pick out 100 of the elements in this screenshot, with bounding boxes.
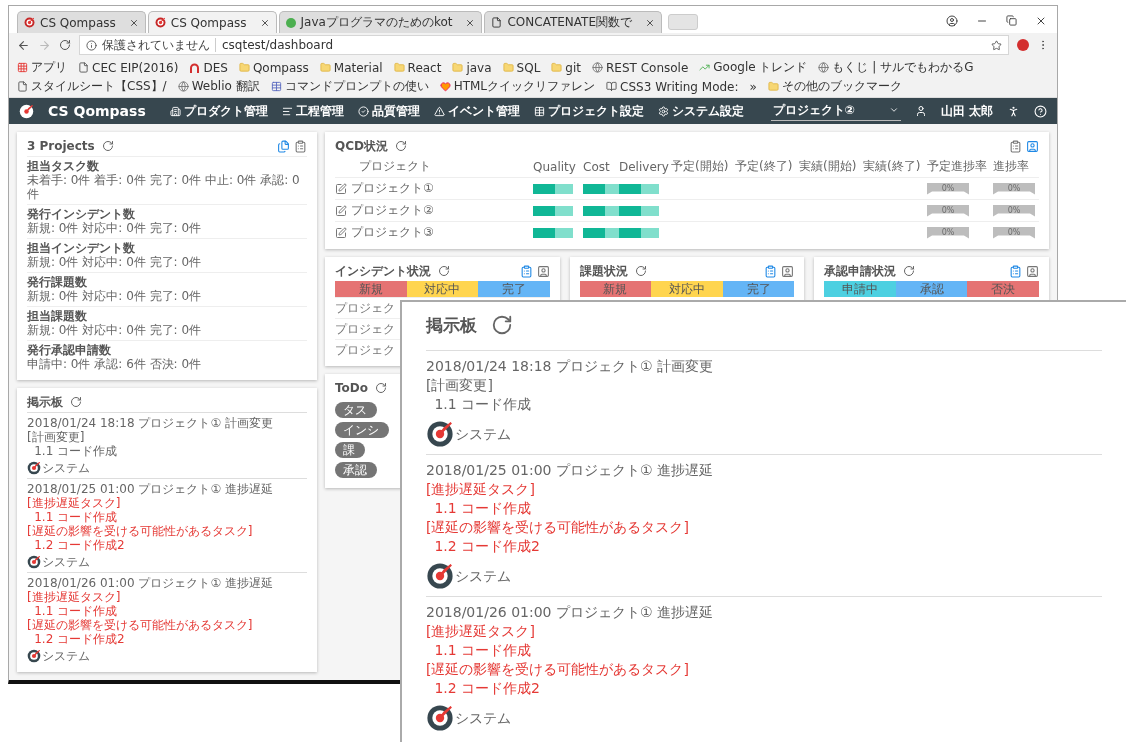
clipboard-icon[interactable] [294, 139, 307, 153]
clipboard-icon[interactable] [1009, 139, 1022, 153]
bookmark-link[interactable]: REST Console [592, 60, 689, 75]
close-icon[interactable] [645, 17, 655, 28]
status-segment: 新規 [579, 281, 652, 297]
todo-pill[interactable]: 課 [335, 442, 365, 458]
project-select[interactable]: プロジェクト② [770, 101, 901, 121]
info-icon[interactable] [86, 39, 97, 51]
refresh-icon[interactable] [634, 265, 647, 277]
folder-icon [393, 62, 405, 73]
bookmark-link[interactable]: アプリ [17, 59, 67, 76]
folder-icon [452, 62, 464, 73]
gauge-icon [426, 704, 454, 732]
refresh-icon[interactable] [438, 265, 450, 277]
star-icon[interactable] [991, 39, 1002, 51]
folder-icon [238, 62, 250, 73]
status-segment: 完了 [478, 281, 550, 297]
bookmark-link[interactable]: もくじ | サルでもわかるG [818, 59, 974, 76]
user-name: 山田 太郎 [940, 102, 993, 120]
bookmark-link[interactable]: CEC EIP(2016) [78, 60, 179, 75]
refresh-icon[interactable] [491, 314, 513, 336]
close-icon[interactable] [128, 17, 139, 28]
status-segment: 対応中 [651, 281, 723, 297]
warning-icon [433, 105, 445, 117]
profile-icon[interactable] [946, 15, 958, 27]
folder-icon [319, 62, 331, 73]
project-link[interactable]: プロジェクト③ [335, 221, 533, 243]
bookmark-link[interactable]: Qompass [238, 60, 309, 75]
bookmark-link[interactable]: Material [319, 60, 383, 75]
nav-menu-item[interactable]: 工程管理 [281, 102, 344, 120]
browser-tab[interactable]: Javaプログラマのためのkot [278, 11, 483, 33]
bookmark-link[interactable]: React [393, 60, 442, 75]
contact-icon[interactable] [536, 264, 550, 278]
project-link[interactable]: プロジェクト② [335, 199, 533, 221]
page-icon [491, 17, 503, 28]
contact-icon[interactable] [1026, 264, 1039, 278]
entry-heading: 2018/01/25 01:00 プロジェクト① 進捗遅延 [27, 482, 274, 496]
card-title: 掲示板 [27, 393, 63, 411]
todo-pill[interactable]: インシ [335, 422, 389, 438]
back-icon[interactable] [17, 38, 30, 52]
clipboard-icon[interactable] [1009, 264, 1022, 278]
entry-text: [進捗遅延タスク] [426, 480, 536, 499]
extension-icon[interactable] [1017, 39, 1029, 51]
edit-icon[interactable] [335, 204, 347, 217]
bookmark-link[interactable]: git [551, 60, 581, 75]
bookmark-link[interactable]: Weblio 翻訳 [177, 78, 260, 95]
bookmark-link[interactable]: その他のブックマーク [767, 78, 902, 95]
author-name: システム [455, 708, 511, 728]
bookmark-link[interactable]: SQL [502, 60, 541, 75]
contact-icon[interactable] [781, 264, 795, 278]
refresh-icon[interactable] [70, 396, 82, 408]
more-bookmarks-button[interactable]: » [749, 79, 757, 94]
clipboard-icon[interactable] [519, 264, 533, 278]
close-icon[interactable] [259, 17, 270, 28]
refresh-icon[interactable] [375, 382, 388, 394]
nav-menu-item[interactable]: システム設定 [657, 102, 744, 120]
refresh-icon[interactable] [394, 140, 407, 152]
address-field[interactable]: 保護されていません csqtest/dashboard [79, 35, 1009, 55]
todo-pill[interactable]: タス [335, 402, 377, 418]
person-icon[interactable] [1007, 104, 1020, 118]
refresh-icon[interactable] [903, 265, 916, 277]
nav-menu-item[interactable]: プロダクト管理 [169, 102, 268, 120]
help-icon[interactable] [1034, 104, 1047, 118]
author-name: システム [42, 555, 90, 569]
brand-name: CS Qompass [48, 103, 146, 119]
user-icon[interactable] [914, 105, 927, 117]
entry-heading: 2018/01/24 18:18 プロジェクト① 計画変更 [27, 416, 274, 430]
entry-text: [計画変更] [426, 376, 494, 395]
entry-text: [遅延の影響を受ける可能性があるタスク] [27, 618, 254, 632]
bookmark-link[interactable]: CSS3 Writing Mode: [606, 79, 739, 94]
nav-menu-item[interactable]: イベント管理 [433, 102, 520, 120]
browser-tab[interactable]: CONCATENATE関数で [484, 11, 662, 33]
clipboard-icon[interactable] [764, 264, 778, 278]
bookmark-link[interactable]: スタイルシート【CSS】/ [17, 78, 167, 95]
documents-icon[interactable] [277, 139, 290, 153]
gauge-icon [27, 555, 41, 569]
trend-icon [699, 62, 711, 73]
project-link[interactable]: プロジェクト① [335, 177, 533, 199]
refresh-icon[interactable] [101, 140, 114, 152]
browser-tab[interactable]: CS Qompass [17, 11, 146, 33]
bookmark-link[interactable]: DES [189, 60, 228, 75]
globe-icon [177, 81, 189, 92]
entry-text: [進捗遅延タスク] [27, 590, 122, 604]
edit-icon[interactable] [335, 226, 347, 239]
contact-icon[interactable] [1026, 139, 1039, 153]
bookmark-link[interactable]: コマンドプロンプトの使い [270, 78, 429, 95]
nav-menu-item[interactable]: プロジェクト設定 [533, 102, 644, 120]
edit-icon[interactable] [335, 182, 347, 195]
restore-icon[interactable] [1006, 15, 1017, 26]
todo-pill[interactable]: 承認 [335, 462, 377, 478]
bookmark-link[interactable]: Google トレンド [699, 59, 808, 76]
nav-menu-item[interactable]: 品質管理 [357, 102, 420, 120]
bookmark-link[interactable]: java [452, 60, 492, 75]
entry-text: [計画変更] [27, 430, 86, 444]
browser-tab[interactable]: CS Qompass [147, 11, 277, 33]
task-text: 1.1 コード作成 [433, 499, 533, 518]
bookmark-link[interactable]: HTMLクイックリファレン [439, 78, 596, 95]
close-icon[interactable] [465, 17, 476, 28]
reload-icon[interactable] [59, 39, 71, 51]
close-icon[interactable] [1035, 15, 1047, 27]
